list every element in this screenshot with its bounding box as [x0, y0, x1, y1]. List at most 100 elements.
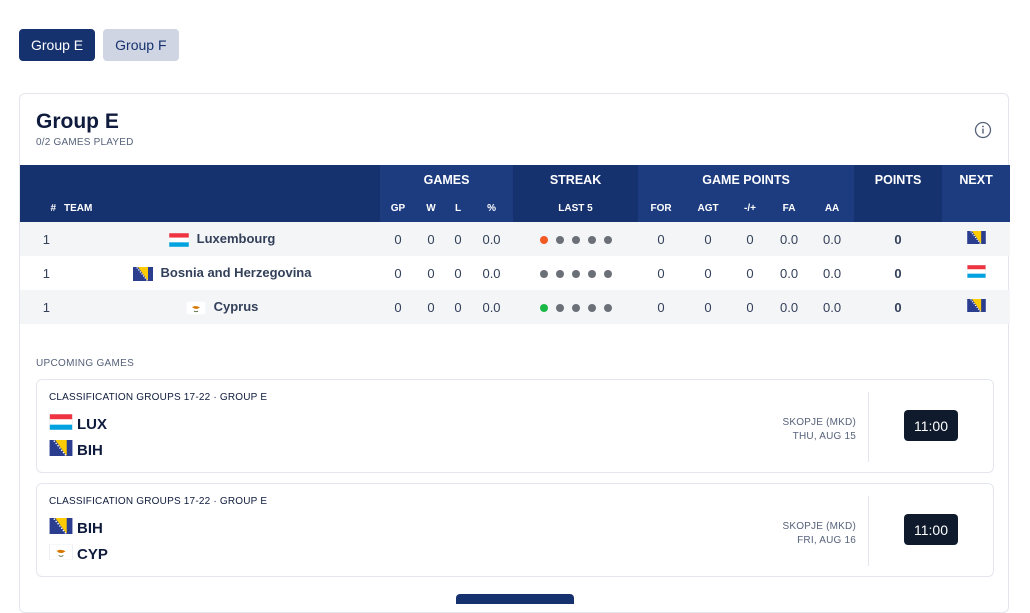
streak-dot: [555, 235, 564, 244]
standings-table: GAMES STREAK GAME POINTS POINTS NEXT # T…: [20, 165, 1011, 324]
luxembourg-flag-icon: [966, 265, 986, 281]
row-aa: 0.0: [810, 290, 855, 324]
row-rank: 1: [20, 222, 64, 256]
streak-dot: [571, 235, 580, 244]
table-row[interactable]: 1 Luxembourg 0 0 0 0.0 0 0 0 0.0 0.0 0: [20, 222, 1011, 256]
group-tabs: Group E Group F: [19, 29, 179, 61]
game-card-2[interactable]: CLASSIFICATION GROUPS 17-22 · GROUP E BI…: [36, 483, 994, 577]
table-column-header: # TEAM GP W L % LAST 5 FOR AGT -/+ FA AA: [20, 194, 1011, 222]
game-card-1[interactable]: CLASSIFICATION GROUPS 17-22 · GROUP E LU…: [36, 379, 994, 473]
streak-dot: [587, 303, 596, 312]
cyprus-flag-icon: [49, 544, 73, 564]
col-w: W: [416, 194, 446, 222]
home-team-code: LUX: [77, 415, 107, 433]
streak-dot: [539, 303, 548, 312]
streak-dot: [603, 303, 612, 312]
bosnia-flag-icon: [966, 299, 986, 315]
group-card: Group E 0/2 GAMES PLAYED GAMES STREAK GA…: [19, 93, 1011, 613]
streak-header: STREAK: [513, 165, 639, 194]
game-points-header: GAME POINTS: [638, 165, 855, 194]
table-row[interactable]: 1 Cyprus 0 0 0 0.0 0 0 0 0.0 0.0 0: [20, 290, 1011, 324]
row-team[interactable]: Cyprus: [64, 290, 380, 324]
streak-dot: [587, 269, 596, 278]
row-pct: 0.0: [470, 222, 514, 256]
row-next[interactable]: [942, 256, 1010, 290]
game-away-team: CYP: [49, 544, 108, 564]
col-diff: -/+: [732, 194, 769, 222]
row-w: 0: [416, 222, 446, 256]
home-team-code: BIH: [77, 519, 103, 537]
date-text: FRI, AUG 16: [797, 535, 856, 546]
row-rank: 1: [42, 265, 50, 281]
game-away-team: BIH: [49, 440, 103, 460]
col-for: FOR: [638, 194, 685, 222]
row-fa: 0.0: [768, 290, 811, 324]
games-played-count: 0/2 GAMES PLAYED: [36, 137, 134, 148]
venue-text: SKOPJE (MKD): [782, 521, 856, 532]
row-aa: 0.0: [823, 265, 842, 281]
away-team-code: CYP: [77, 545, 108, 563]
row-agt: 0: [684, 222, 733, 256]
row-team[interactable]: Luxembourg: [64, 222, 380, 256]
row-w: 0: [416, 290, 446, 324]
streak-dot: [603, 235, 612, 244]
streak-dot: [603, 269, 612, 278]
row-next[interactable]: [942, 222, 1011, 256]
row-gp: 0: [394, 265, 402, 281]
col-agt: AGT: [684, 194, 733, 222]
col-aa: AA: [810, 194, 855, 222]
col-team: TEAM: [64, 194, 380, 222]
row-pct: 0.0: [470, 290, 514, 324]
col-fa: FA: [768, 194, 811, 222]
row-next[interactable]: [942, 290, 1011, 324]
more-games-button[interactable]: [456, 594, 574, 604]
col-l: L: [446, 194, 470, 222]
row-diff: 0: [746, 265, 754, 281]
row-last5: [513, 290, 639, 324]
row-pct: 0.0: [482, 265, 501, 281]
row-agt: 0: [704, 265, 712, 281]
divider: [868, 496, 869, 566]
tab-group-f[interactable]: Group F: [103, 29, 179, 61]
row-gp: 0: [380, 290, 416, 324]
game-competition: CLASSIFICATION GROUPS 17-22 · GROUP E: [49, 496, 268, 507]
table-row[interactable]: 1 Bosnia and Herzegovina 0 0 0 0.0 0 0 0 0.0 0.0 0: [20, 256, 1010, 290]
col-pct: %: [470, 194, 514, 222]
bosnia-flag-icon: [966, 231, 986, 247]
date-text: THU, AUG 15: [792, 431, 856, 442]
row-agt: 0: [684, 290, 733, 324]
streak-dot: [571, 269, 580, 278]
row-for: 0: [657, 265, 665, 281]
row-points: 0: [854, 222, 943, 256]
row-fa: 0.0: [779, 265, 799, 281]
row-last5: [513, 222, 639, 256]
row-diff: 0: [732, 222, 769, 256]
game-time-badge[interactable]: 11:00: [904, 514, 958, 545]
game-home-team: LUX: [49, 414, 107, 434]
luxembourg-flag-icon: [49, 414, 73, 434]
col-last5: LAST 5: [513, 194, 639, 222]
cyprus-flag-icon: [185, 300, 210, 316]
game-competition: CLASSIFICATION GROUPS 17-22 · GROUP E: [49, 392, 268, 403]
streak-dot: [555, 303, 564, 312]
game-venue: SKOPJE (MKD) THU, AUG 15: [782, 416, 856, 444]
info-icon[interactable]: [974, 121, 992, 139]
luxembourg-flag-icon: [168, 232, 193, 248]
team-name: Bosnia and Herzegovina: [160, 264, 312, 280]
group-title: Group E: [36, 110, 119, 133]
venue-text: SKOPJE (MKD): [782, 417, 856, 428]
row-fa: 0.0: [768, 222, 811, 256]
col-gp: GP: [380, 194, 416, 222]
tab-group-e[interactable]: Group E: [19, 29, 96, 61]
row-points: 0: [854, 290, 943, 324]
row-points: 0: [894, 265, 902, 281]
row-l: 0: [446, 290, 470, 324]
game-venue: SKOPJE (MKD) FRI, AUG 16: [782, 520, 856, 548]
game-time-badge[interactable]: 11:00: [904, 410, 958, 441]
team-name: Cyprus: [213, 298, 259, 314]
row-team[interactable]: Bosnia and Herzegovina: [64, 256, 380, 290]
row-gp: 0: [380, 222, 416, 256]
row-rank: 1: [20, 290, 64, 324]
bosnia-flag-icon: [132, 266, 157, 282]
streak-dot: [539, 269, 548, 278]
